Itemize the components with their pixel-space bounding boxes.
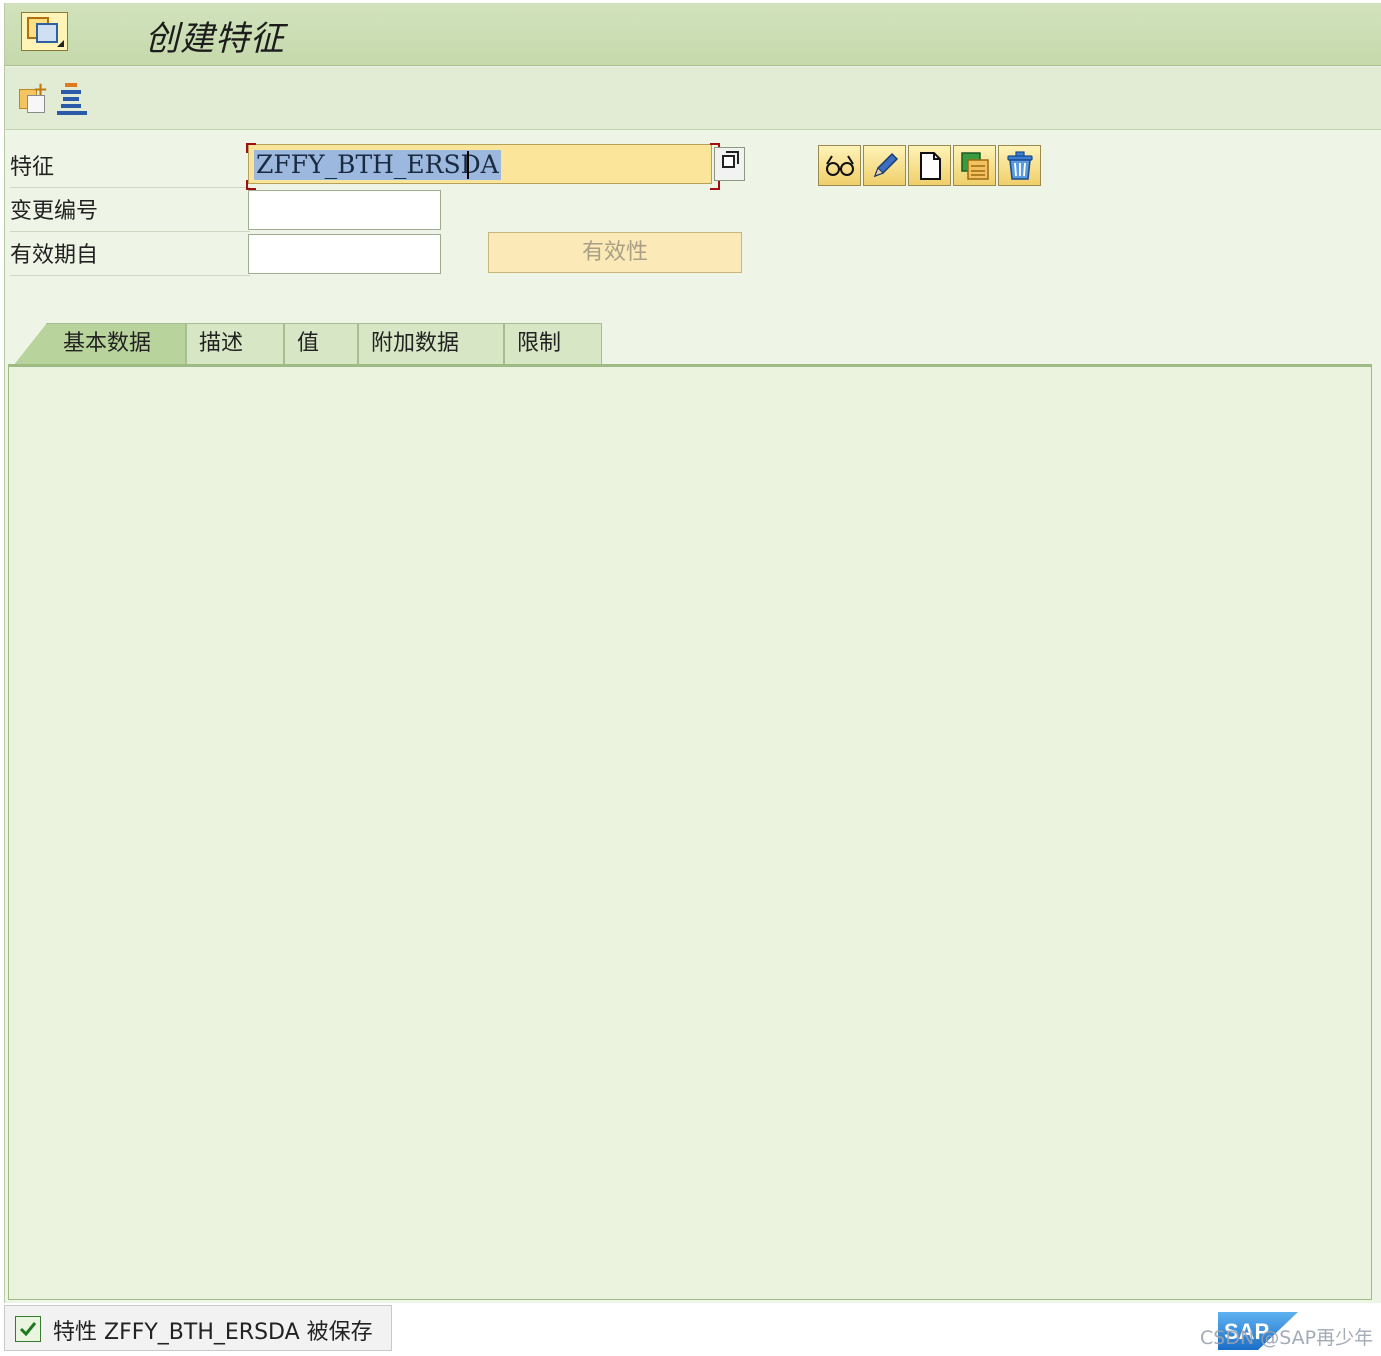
change-number-label: 变更编号 (10, 192, 250, 232)
transaction-icon[interactable] (21, 12, 68, 51)
focus-bracket (246, 180, 256, 190)
watermark: CSDN @SAP再少年 (1200, 1327, 1374, 1349)
delete-button[interactable] (998, 145, 1041, 186)
copy-icon (961, 152, 989, 180)
application-toolbar: + (5, 67, 1381, 130)
tab-restrictions[interactable]: 限制 (504, 323, 602, 365)
create-icon (920, 152, 941, 180)
characteristic-label: 特征 (10, 148, 250, 188)
change-button[interactable] (863, 145, 906, 186)
status-message: 特性 ZFFY_BTH_ERSDA 被保存 (53, 1320, 373, 1345)
tab-basic-data[interactable]: 基本数据 (13, 323, 186, 366)
copy-button[interactable] (953, 145, 996, 186)
valid-from-label: 有效期自 (10, 236, 250, 276)
tab-content-panel (8, 364, 1372, 1300)
display-icon (826, 155, 854, 176)
change-icon (873, 152, 899, 178)
valid-from-input[interactable] (248, 234, 441, 274)
list-icon[interactable] (55, 81, 89, 115)
copy-from-icon[interactable]: + (17, 81, 51, 115)
create-button[interactable] (908, 145, 951, 186)
display-button[interactable] (818, 145, 861, 186)
characteristic-value[interactable]: ZFFY_BTH_ERSDA (254, 150, 501, 180)
change-number-input[interactable] (248, 190, 441, 230)
focus-bracket (246, 143, 256, 153)
text-caret (467, 151, 469, 179)
value-help-icon[interactable] (714, 147, 745, 181)
tab-description[interactable]: 描述 (186, 323, 284, 365)
delete-icon (1007, 151, 1033, 180)
tab-additional-data[interactable]: 附加数据 (358, 323, 504, 365)
tab-values[interactable]: 值 (284, 323, 358, 365)
focus-bracket (710, 180, 720, 190)
status-bar[interactable]: 特性 ZFFY_BTH_ERSDA 被保存 (4, 1305, 392, 1351)
page-title: 创建特征 (145, 19, 285, 59)
success-check-icon (15, 1316, 41, 1342)
title-bar: 创建特征 (5, 3, 1381, 66)
validity-button[interactable]: 有效性 (488, 232, 742, 273)
